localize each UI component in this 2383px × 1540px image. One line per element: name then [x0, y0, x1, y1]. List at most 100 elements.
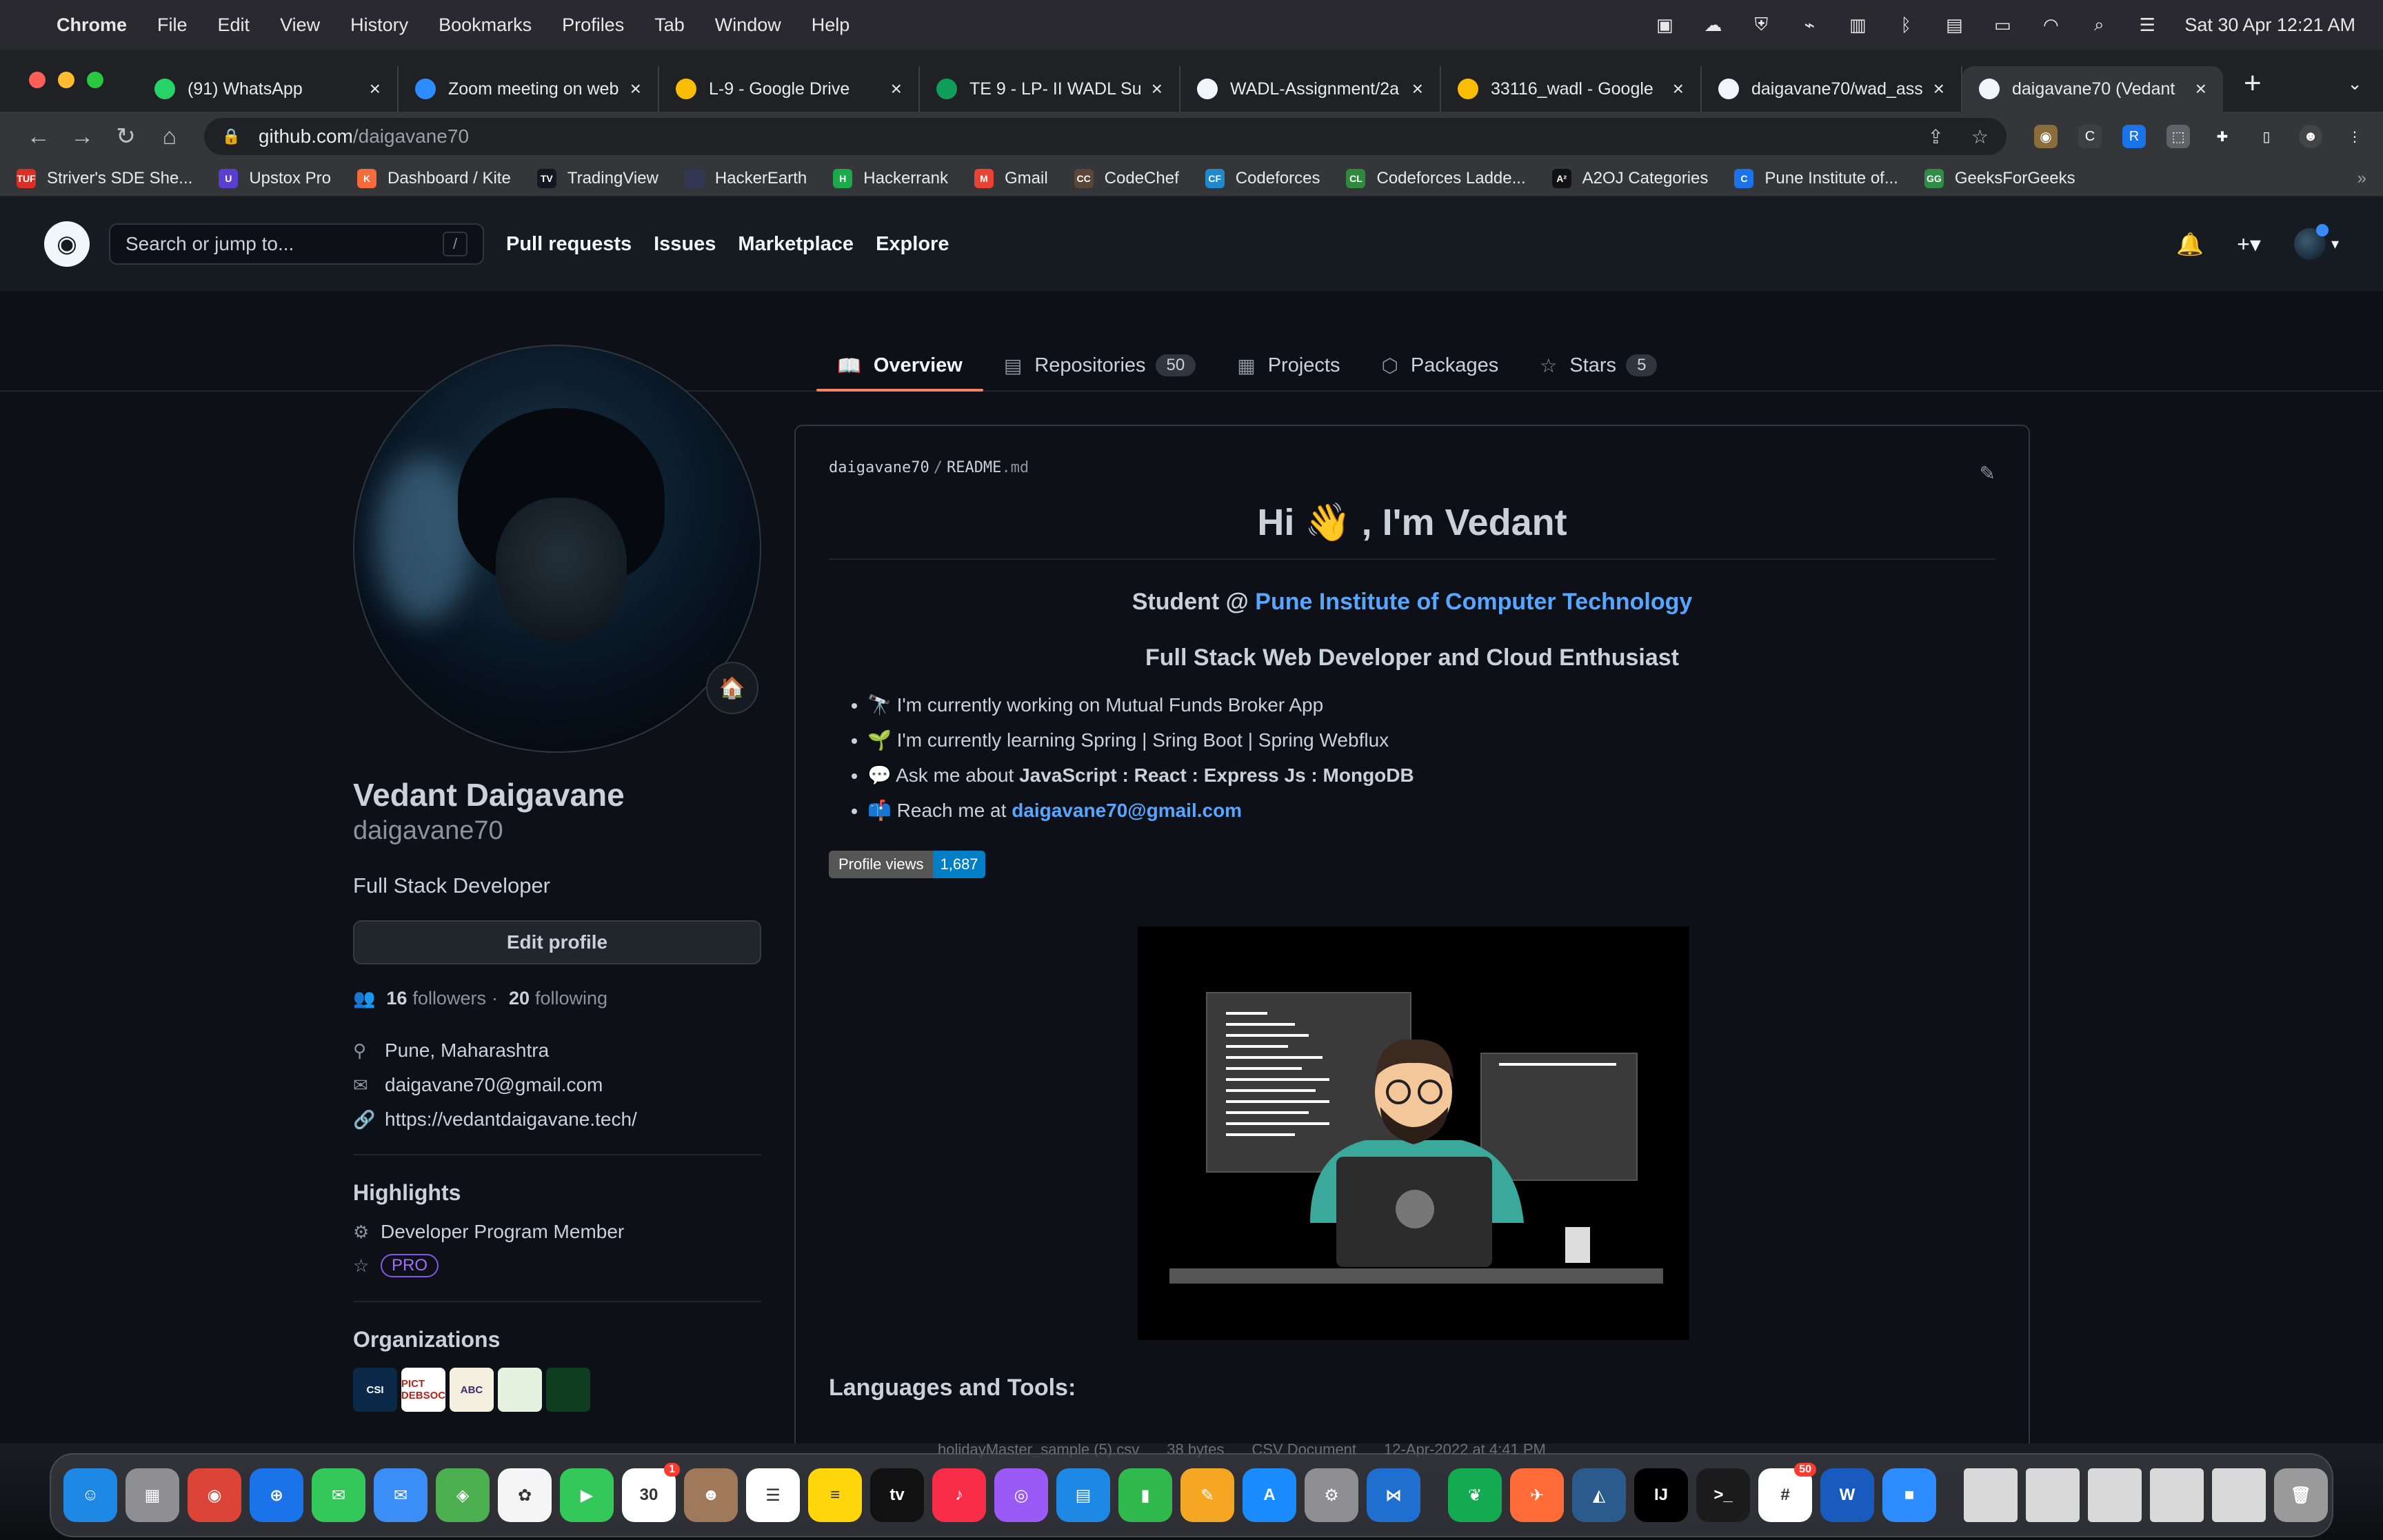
dock-chrome-icon[interactable]: ◉ [188, 1468, 241, 1522]
bluetooth-icon[interactable]: ᛒ [1895, 14, 1917, 35]
create-new-plus-icon[interactable]: +▾ [2237, 231, 2261, 257]
dock-window-thumbnail[interactable] [2088, 1468, 2142, 1522]
dock-finder-icon[interactable]: ☺ [63, 1468, 117, 1522]
dock-terminal-icon[interactable]: >_ [1696, 1468, 1750, 1522]
following-link[interactable]: 20 following [503, 988, 607, 1009]
dock-photos-icon[interactable]: ✿ [498, 1468, 552, 1522]
nav-pull-requests[interactable]: Pull requests [506, 233, 632, 256]
dock-keynote-icon[interactable]: ▤ [1056, 1468, 1110, 1522]
nav-explore[interactable]: Explore [876, 233, 949, 256]
new-tab-button[interactable]: + [2244, 66, 2262, 101]
followers-link[interactable]: 16 followers [381, 988, 486, 1009]
dock-reminders-icon[interactable]: ☰ [746, 1468, 800, 1522]
notifications-bell-icon[interactable]: 🔔 [2176, 231, 2204, 257]
side-panel-icon[interactable]: ▯ [2255, 125, 2278, 148]
back-arrow-icon[interactable]: ← [17, 123, 60, 150]
reload-icon[interactable]: ↻ [104, 123, 148, 150]
dock-notes-icon[interactable]: ≡ [808, 1468, 862, 1522]
extensions-puzzle-icon[interactable]: ✚ [2211, 125, 2234, 148]
bookmark-item[interactable]: CL Codeforces Ladde... [1346, 169, 1526, 188]
close-tab-icon[interactable]: × [1412, 78, 1423, 100]
nav-marketplace[interactable]: Marketplace [738, 233, 854, 256]
bookmark-item[interactable]: HackerEarth [684, 169, 807, 188]
close-tab-icon[interactable]: × [891, 78, 902, 100]
menu-clock[interactable]: Sat 30 Apr 12:21 AM [2184, 14, 2355, 36]
browser-tab[interactable]: (91) WhatsApp × [138, 66, 399, 112]
website-link[interactable]: https://vedantdaigavane.tech/ [385, 1108, 637, 1131]
dock-mongodb-compass-icon[interactable]: ❦ [1448, 1468, 1502, 1522]
dock-app-store-icon[interactable]: A [1243, 1468, 1296, 1522]
menu-tab[interactable]: Tab [654, 14, 685, 36]
pro-badge[interactable]: PRO [381, 1254, 439, 1277]
forward-arrow-icon[interactable]: → [60, 123, 103, 150]
close-tab-icon[interactable]: × [1673, 78, 1684, 100]
dock-music-icon[interactable]: ♪ [932, 1468, 986, 1522]
dock-contacts-icon[interactable]: ☻ [684, 1468, 738, 1522]
browser-tab[interactable]: Zoom meeting on web × [399, 66, 659, 112]
dock-maps-icon[interactable]: ◈ [436, 1468, 490, 1522]
dock-postman-icon[interactable]: ✈ [1510, 1468, 1564, 1522]
bookmark-item[interactable]: CC CodeChef [1074, 169, 1179, 188]
tab-packages[interactable]: ⬡ Packages [1360, 341, 1519, 390]
email-link[interactable]: daigavane70@gmail.com [385, 1074, 603, 1096]
display-icon[interactable]: ▤ [1943, 14, 1965, 35]
dock-word-icon[interactable]: W [1820, 1468, 1874, 1522]
dock-calendar-icon[interactable]: 30 1 [622, 1463, 680, 1522]
dock-launchpad-icon[interactable]: ▦ [125, 1468, 179, 1522]
dock-vscode-icon[interactable]: ⋈ [1367, 1468, 1420, 1522]
tab-repositories[interactable]: ▤ Repositories 50 [983, 341, 1216, 390]
extension-cookie-icon[interactable]: ◉ [2034, 125, 2058, 148]
close-tab-icon[interactable]: × [370, 78, 381, 100]
dock-podcasts-icon[interactable]: ◎ [994, 1468, 1048, 1522]
dock-safari-icon[interactable]: ⊕ [250, 1468, 303, 1522]
dock-window-thumbnail[interactable] [2212, 1468, 2266, 1522]
bookmark-item[interactable]: TUF Striver's SDE She... [17, 169, 192, 188]
bookmark-item[interactable]: H Hackerrank [833, 169, 948, 188]
camera-icon[interactable]: ▣ [1653, 14, 1676, 35]
close-tab-icon[interactable]: × [1933, 78, 1944, 100]
extension-translate-icon[interactable]: ⬚ [2166, 125, 2191, 148]
wifi-icon[interactable]: ◠ [2040, 14, 2062, 35]
readme-file[interactable]: README [947, 459, 1001, 476]
organization-avatar[interactable] [546, 1368, 590, 1412]
bookmark-item[interactable]: A² A2OJ Categories [1551, 169, 1708, 188]
bookmark-star-icon[interactable]: ☆ [1971, 125, 1989, 148]
minimize-window-button[interactable] [58, 72, 74, 88]
menu-bookmarks[interactable]: Bookmarks [439, 14, 532, 36]
bookmark-item[interactable]: U Upstox Pro [219, 169, 331, 188]
status-house-icon[interactable]: 🏠 [706, 662, 758, 714]
control-center-icon[interactable]: ☰ [2136, 14, 2158, 35]
lock-icon[interactable]: 🔒 [222, 128, 241, 145]
organization-avatar[interactable] [498, 1368, 542, 1412]
dock-slack-icon[interactable]: #50 [1758, 1463, 1816, 1522]
menu-history[interactable]: History [350, 14, 408, 36]
tab-projects[interactable]: ▦ Projects [1216, 341, 1360, 390]
menu-file[interactable]: File [157, 14, 188, 36]
extension-c-icon[interactable]: C [2078, 125, 2102, 148]
nav-issues[interactable]: Issues [654, 233, 716, 256]
close-tab-icon[interactable]: × [630, 78, 641, 100]
edit-profile-button[interactable]: Edit profile [353, 920, 761, 964]
dock-window-thumbnail[interactable] [2026, 1468, 2080, 1522]
bookmark-item[interactable]: TV TradingView [536, 169, 658, 188]
chrome-menu-icon[interactable]: ⋮ [2343, 125, 2366, 148]
organization-avatar[interactable]: PICT DEBSOC [401, 1368, 445, 1412]
spotlight-icon[interactable]: ⌕ [2088, 14, 2110, 34]
menu-edit[interactable]: Edit [218, 14, 250, 36]
browser-tab[interactable]: WADL-Assignment/2a × [1180, 66, 1441, 112]
address-bar[interactable]: 🔒 github.com/daigavane70 ⇪ ☆ [203, 118, 2007, 155]
organization-avatar[interactable]: ABC [450, 1368, 494, 1412]
close-tab-icon[interactable]: × [1152, 78, 1163, 100]
profile-avatar[interactable] [353, 345, 761, 753]
bookmark-item[interactable]: CF Codeforces [1205, 169, 1320, 188]
menu-help[interactable]: Help [812, 14, 850, 36]
bookmark-item[interactable]: GG GeeksForGeeks [1924, 169, 2075, 188]
battery-icon[interactable]: ▭ [1991, 14, 2013, 35]
developer-program-link[interactable]: Developer Program Member [381, 1221, 624, 1243]
bookmark-item[interactable]: K Dashboard / Kite [357, 169, 511, 188]
bookmark-item[interactable]: C Pune Institute of... [1734, 169, 1898, 188]
home-icon[interactable]: ⌂ [148, 123, 191, 150]
tab-overview[interactable]: 📖 Overview [816, 341, 983, 392]
dock-zoom-icon[interactable]: ■ [1882, 1468, 1936, 1522]
audio-icon[interactable]: ▥ [1847, 14, 1869, 35]
